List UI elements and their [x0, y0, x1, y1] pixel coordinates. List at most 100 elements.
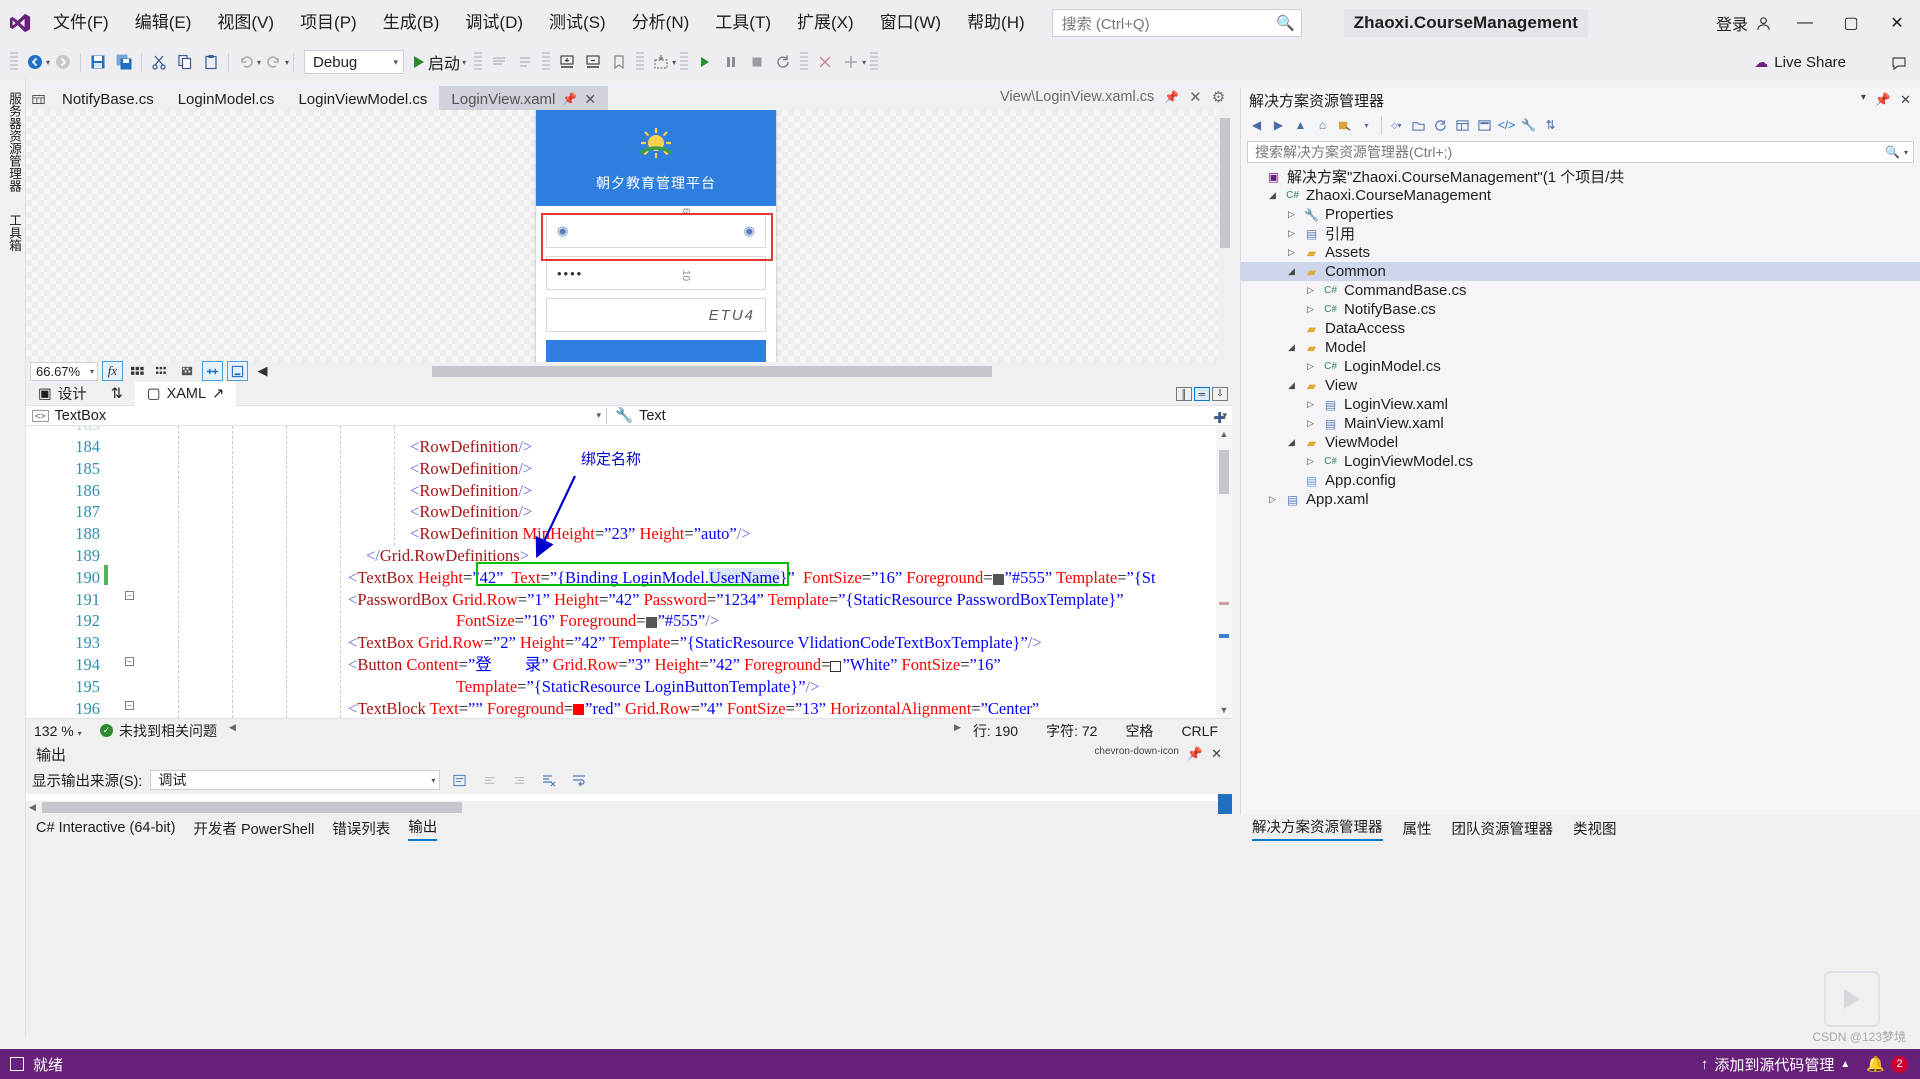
- pause-icon[interactable]: [718, 49, 744, 75]
- designer-collapse-icon[interactable]: ◀: [252, 361, 273, 381]
- next-message-icon[interactable]: [508, 770, 530, 790]
- stop-icon[interactable]: [744, 49, 770, 75]
- outdent-icon[interactable]: [580, 49, 606, 75]
- bookmark-icon[interactable]: [606, 49, 632, 75]
- save-icon[interactable]: [85, 49, 111, 75]
- find-message-icon[interactable]: [448, 770, 470, 790]
- snaplines-icon[interactable]: [177, 361, 198, 381]
- designer-vscroll-thumb[interactable]: [1220, 118, 1230, 248]
- editor-hscroll-track[interactable]: [241, 725, 949, 736]
- code-line-188[interactable]: <RowDefinition MinHeight=”23” Height=”au…: [410, 523, 751, 545]
- redo-icon[interactable]: [261, 49, 287, 75]
- pin-icon[interactable]: 📌: [562, 92, 577, 106]
- restart-icon[interactable]: [770, 49, 796, 75]
- xaml-designer-surface[interactable]: 朝夕教育管理平台 ◉ ◉ •••• ETU4 6 10: [26, 110, 1232, 362]
- designer-zoom-select[interactable]: 66.67% ▾: [30, 361, 98, 381]
- tree-item[interactable]: ▷ 🔧 Properties: [1241, 205, 1920, 224]
- toolbar-grip-6[interactable]: [800, 52, 809, 72]
- toolbar-grip-5[interactable]: [680, 52, 689, 72]
- tree-item[interactable]: ▷ ▰ Assets: [1241, 243, 1920, 262]
- right-tab-properties[interactable]: 属性: [1403, 818, 1432, 839]
- tree-twisty-icon[interactable]: ▷: [1304, 304, 1317, 315]
- solution-explorer-search-input[interactable]: 搜索解决方案资源管理器(Ctrl+;) 🔍 ▾: [1247, 141, 1914, 163]
- tree-item[interactable]: ◢ ▰ Common: [1241, 262, 1920, 281]
- tab-xaml-view[interactable]: ▢ XAML ↗: [134, 381, 237, 406]
- element-selector[interactable]: <> TextBox ▾: [26, 408, 606, 424]
- login-view-preview[interactable]: 朝夕教育管理平台 ◉ ◉ •••• ETU4: [536, 110, 776, 362]
- tree-twisty-icon[interactable]: ◢: [1285, 342, 1298, 353]
- uncomment-icon[interactable]: [512, 49, 538, 75]
- start-dropdown-icon[interactable]: ▾: [462, 58, 466, 67]
- menu-edit[interactable]: 编辑(E): [122, 8, 205, 38]
- close-button[interactable]: ✕: [1874, 0, 1920, 46]
- pending-changes-icon[interactable]: [1334, 115, 1355, 136]
- scroll-left-icon[interactable]: ◀: [29, 802, 36, 813]
- toolbar-grip-7[interactable]: [870, 52, 879, 72]
- solution-configuration-select[interactable]: Debug ▾: [304, 50, 405, 74]
- output-horizontal-scrollbar[interactable]: ◀ ▶: [26, 801, 1232, 814]
- feedback-icon[interactable]: [1886, 50, 1912, 76]
- menu-view[interactable]: 视图(V): [204, 8, 287, 38]
- settings-icon[interactable]: 🔧: [1518, 115, 1539, 136]
- tab-notifybase-cs[interactable]: NotifyBase.cs: [50, 86, 166, 112]
- outline-collapse-196[interactable]: –: [125, 701, 134, 710]
- scroll-up-icon[interactable]: ▲: [1216, 426, 1232, 442]
- right-tab-team-explorer[interactable]: 团队资源管理器: [1452, 818, 1554, 839]
- tab-design-view[interactable]: ▣ 设计: [26, 382, 99, 406]
- tree-twisty-icon[interactable]: ▷: [1285, 228, 1298, 239]
- pop-out-icon[interactable]: ↗: [212, 386, 224, 402]
- username-field-preview[interactable]: ◉ ◉: [546, 214, 766, 248]
- home-icon[interactable]: ⌂: [1312, 115, 1333, 136]
- tree-item[interactable]: ◢ C# Zhaoxi.CourseManagement: [1241, 186, 1920, 205]
- code-line-190[interactable]: <TextBox Height=”42” Text=”{Binding Logi…: [348, 567, 1156, 589]
- code-line-193[interactable]: <TextBox Grid.Row=”2” Height=”42” Templa…: [348, 632, 1042, 654]
- tab-list-icon[interactable]: [26, 86, 50, 112]
- close-icon[interactable]: ✕: [1211, 746, 1222, 762]
- indent-icon[interactable]: [554, 49, 580, 75]
- scroll-right-icon[interactable]: ▶: [954, 722, 961, 733]
- tree-item[interactable]: ▷ C# NotifyBase.cs: [1241, 300, 1920, 319]
- pin-icon[interactable]: 📌: [1875, 92, 1891, 108]
- code-line-185[interactable]: <RowDefinition/>: [410, 458, 532, 480]
- pin-icon[interactable]: 📌: [1187, 746, 1203, 762]
- pending-changes-dropdown-icon[interactable]: ▾: [1356, 115, 1377, 136]
- view-code-icon[interactable]: </>: [1496, 115, 1517, 136]
- close-icon[interactable]: ✕: [1900, 92, 1911, 108]
- tree-item[interactable]: ▤ App.config: [1241, 471, 1920, 490]
- menu-debug[interactable]: 调试(D): [452, 8, 536, 38]
- navigate-back-icon[interactable]: [22, 49, 48, 75]
- output-hscroll-thumb[interactable]: [42, 802, 462, 813]
- close-icon[interactable]: ✕: [584, 91, 596, 108]
- xaml-code-editor[interactable]: 183 – – – 184 <RowDefinition/> 185 <RowDefi…: [26, 426, 1232, 718]
- right-tab-solution-explorer[interactable]: 解决方案资源管理器: [1252, 816, 1383, 841]
- previous-message-icon[interactable]: [478, 770, 500, 790]
- properties-icon[interactable]: [1452, 115, 1473, 136]
- tree-twisty-icon[interactable]: ▷: [1304, 456, 1317, 467]
- menu-project[interactable]: 项目(P): [287, 8, 370, 38]
- property-selector[interactable]: 🔧 Text ▾: [607, 407, 1232, 425]
- menu-build[interactable]: 生成(B): [370, 8, 453, 38]
- tree-twisty-icon[interactable]: ◢: [1285, 437, 1298, 448]
- tree-twisty-icon[interactable]: ▷: [1285, 209, 1298, 220]
- cut-icon[interactable]: [146, 49, 172, 75]
- gear-icon[interactable]: ⚙: [1212, 88, 1225, 106]
- pin-icon[interactable]: 📌: [1164, 90, 1179, 104]
- chevron-down-icon[interactable]: ▾: [596, 410, 606, 421]
- split-vertical-icon[interactable]: ║: [1176, 386, 1192, 401]
- continue-icon[interactable]: [692, 49, 718, 75]
- add-to-source-control-button[interactable]: ↑ 添加到源代码管理 ▲: [1701, 1054, 1850, 1075]
- outline-collapse-194[interactable]: –: [125, 657, 134, 666]
- sidebar-tab-server-explorer[interactable]: 服务器资源管理器: [0, 84, 29, 200]
- snap-grid-icon[interactable]: [152, 361, 173, 381]
- copy-icon[interactable]: [172, 49, 198, 75]
- sidebar-tab-toolbox[interactable]: 工具箱: [0, 206, 29, 260]
- bottom-tab-error-list[interactable]: 错误列表: [332, 818, 390, 839]
- chevron-down-icon[interactable]: ▾: [1861, 92, 1866, 108]
- output-source-select[interactable]: 调试 ▾: [150, 770, 441, 790]
- verification-code-field-preview[interactable]: ETU4: [546, 298, 766, 332]
- tab-loginview-xaml[interactable]: LoginView.xaml 📌 ✕: [439, 86, 609, 112]
- tree-twisty-icon[interactable]: ▷: [1304, 285, 1317, 296]
- solution-tree[interactable]: ▣ 解决方案"Zhaoxi.CourseManagement"(1 个项目/共 ◢ C…: [1241, 167, 1920, 509]
- scroll-left-icon[interactable]: ◀: [229, 722, 236, 733]
- right-tab-class-view[interactable]: 类视图: [1573, 818, 1617, 839]
